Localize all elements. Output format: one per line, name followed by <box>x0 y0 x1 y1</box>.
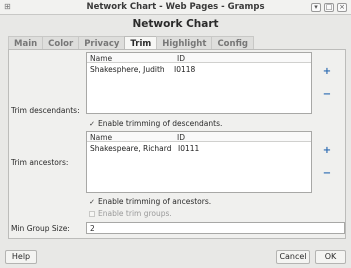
minimize-button[interactable]: ▾ <box>311 3 321 12</box>
column-header-id[interactable]: ID <box>177 54 185 63</box>
list-header: Name ID <box>87 132 311 142</box>
ok-button[interactable]: OK <box>315 250 346 264</box>
enable-trim-ancestors-checkbox[interactable]: ✓ Enable trimming of ancestors. <box>88 197 211 206</box>
column-header-id[interactable]: ID <box>177 133 185 142</box>
minus-icon: − <box>322 168 332 179</box>
remove-descendant-button[interactable]: − <box>321 89 333 101</box>
cancel-button[interactable]: Cancel <box>276 250 310 264</box>
person-id: I0118 <box>174 65 196 74</box>
enable-trim-groups-checkbox[interactable]: Enable trim groups. <box>88 209 172 218</box>
maximize-button[interactable]: □ <box>324 3 334 12</box>
tab-config[interactable]: Config <box>211 36 254 50</box>
min-group-size-label: Min Group Size: <box>11 224 70 233</box>
tab-bar: Main Color Privacy Trim Highlight Config <box>8 36 254 50</box>
add-ancestor-button[interactable]: + <box>321 145 333 157</box>
checkbox-label: Enable trim groups. <box>98 209 172 218</box>
tab-color[interactable]: Color <box>42 36 80 50</box>
tab-main[interactable]: Main <box>8 36 44 50</box>
column-header-name[interactable]: Name <box>90 54 112 63</box>
tab-privacy[interactable]: Privacy <box>78 36 126 50</box>
checkbox-label: Enable trimming of ancestors. <box>98 197 212 206</box>
checkbox-box <box>89 210 95 217</box>
help-button[interactable]: Help <box>5 250 37 264</box>
dialog-heading: Network Chart <box>132 18 219 30</box>
min-group-size-input[interactable]: 2 <box>86 222 345 234</box>
trim-descendants-label: Trim descendants: <box>11 106 80 115</box>
enable-trim-descendants-checkbox[interactable]: ✓ Enable trimming of descendants. <box>88 119 222 128</box>
window-titlebar: ⊞ Network Chart - Web Pages - Gramps ▾ □… <box>0 0 351 15</box>
add-descendant-button[interactable]: + <box>321 66 333 78</box>
remove-ancestor-button[interactable]: − <box>321 168 333 180</box>
trim-descendants-list[interactable]: Name ID Shakesphere, Judith I0118 <box>86 52 312 114</box>
plus-icon: + <box>322 66 332 77</box>
checkmark-icon: ✓ <box>89 197 95 206</box>
person-name: Shakespeare, Richard <box>90 144 172 153</box>
trim-ancestors-label: Trim ancestors: <box>11 158 69 167</box>
list-item[interactable]: Shakespeare, Richard I0111 <box>87 143 311 153</box>
trim-ancestors-list[interactable]: Name ID Shakespeare, Richard I0111 <box>86 131 312 193</box>
person-name: Shakesphere, Judith <box>90 65 165 74</box>
minus-icon: − <box>322 89 332 100</box>
person-id: I0111 <box>178 144 200 153</box>
column-header-name[interactable]: Name <box>90 133 112 142</box>
checkmark-icon: ✓ <box>89 119 95 128</box>
tab-trim[interactable]: Trim <box>124 36 158 50</box>
list-item[interactable]: Shakesphere, Judith I0118 <box>87 64 311 74</box>
list-header: Name ID <box>87 53 311 63</box>
plus-icon: + <box>322 145 332 156</box>
checkbox-label: Enable trimming of descendants. <box>98 119 223 128</box>
tab-highlight[interactable]: Highlight <box>156 36 213 50</box>
window-title: Network Chart - Web Pages - Gramps <box>86 2 265 12</box>
window-controls: ▾ □ × <box>311 3 347 12</box>
close-button[interactable]: × <box>337 3 347 12</box>
